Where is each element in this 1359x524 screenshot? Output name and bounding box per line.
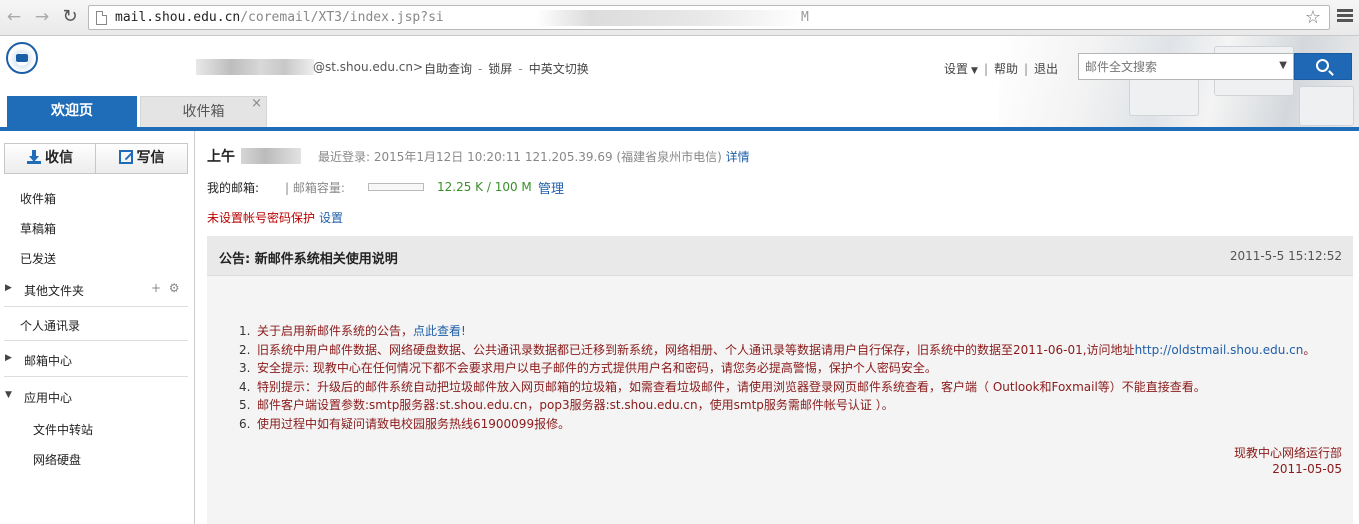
receive-button[interactable]: 收信 (5, 144, 96, 173)
account-links: 设置 ▼ | 帮助 | 退出 (944, 62, 1059, 76)
old-mail-link[interactable]: http://oldstmail.shou.edu.cn (1135, 343, 1304, 357)
my-mailbox-label: 我的邮箱: (207, 181, 260, 195)
list-item: 5. 邮件客户端设置参数:smtp服务器:st.shou.edu.cn，pop3服… (239, 398, 894, 412)
header-decoration (999, 36, 1359, 128)
notice-header: 公告: 新邮件系统相关使用说明 2011-5-5 15:12:52 (207, 236, 1353, 276)
list-item: 2. 旧系统中用户邮件数据、网络硬盘数据、公共通讯录数据都已迁移到新系统，网络相册… (239, 342, 1316, 357)
sidebar-item-sent[interactable]: 已发送 (20, 250, 56, 267)
browser-toolbar: ← → ↻ mail.shou.edu.cn/coremail/XT3/inde… (0, 0, 1359, 36)
quota-label: | 邮箱容量: (285, 181, 345, 195)
set-protection-link[interactable]: 设置 (319, 211, 343, 225)
notice-sign-date: 2011-05-05 (1272, 462, 1342, 476)
language-switch-link[interactable]: 中英文切换 (529, 62, 589, 76)
user-name-redacted (196, 59, 314, 75)
notice-signature: 现教中心网络运行部 (1233, 446, 1342, 460)
last-login-info: 最近登录: 2015年1月12日 10:20:11 121.205.39.69 … (318, 150, 722, 164)
sidebar: 收信 写信 收件箱 草稿箱 已发送 ▶ 其他文件夹 + ⚙ 个人通讯录 ▶ 邮箱… (0, 131, 195, 524)
divider (4, 306, 188, 307)
collapse-arrow-icon[interactable]: ▼ (5, 390, 12, 400)
sidebar-item-other-folders[interactable]: 其他文件夹 (24, 282, 84, 299)
view-notice-link[interactable]: 点此查看! (413, 324, 466, 338)
top-links: 自助查询 - 锁屏 - 中英文切换 (424, 62, 589, 76)
university-logo (6, 42, 38, 74)
user-email: @st.shou.edu.cn> (313, 60, 424, 74)
url-path: /coremail/XT3/index.jsp?si (240, 10, 444, 25)
user-name-redacted (241, 148, 301, 164)
gear-icon[interactable]: ⚙ (169, 281, 180, 295)
notice-list: 1. 关于启用新邮件系统的公告，点此查看! 2. 旧系统中用户邮件数据、网络硬盘数据… (239, 322, 1315, 433)
add-folder-icon[interactable]: + (151, 281, 161, 295)
edit-icon (118, 150, 133, 164)
page-icon (96, 11, 107, 25)
details-link[interactable]: 详情 (726, 150, 750, 164)
search-icon (1316, 59, 1329, 72)
search-field[interactable]: ▼ (1078, 53, 1294, 80)
divider (4, 340, 188, 341)
url-host: mail.shou.edu.cn (115, 10, 241, 25)
welcome-page: 上午 最近登录: 2015年1月12日 10:20:11 121.205.39.… (196, 131, 1359, 524)
close-icon[interactable]: × (251, 88, 262, 119)
sidebar-item-inbox[interactable]: 收件箱 (20, 190, 56, 207)
help-link[interactable]: 帮助 (994, 62, 1018, 76)
forward-icon[interactable]: → (32, 7, 52, 27)
manage-link[interactable]: 管理 (538, 178, 564, 197)
back-icon[interactable]: ← (4, 7, 24, 27)
tab-welcome[interactable]: 欢迎页 (7, 96, 137, 127)
notice-date: 2011-5-5 15:12:52 (1229, 249, 1342, 263)
greeting: 上午 (207, 149, 235, 165)
logout-link[interactable]: 退出 (1034, 62, 1058, 76)
search-button[interactable] (1294, 53, 1352, 80)
quota-value: 12.25 K / 100 M (437, 180, 532, 194)
list-item: 4. 特别提示：升级后的邮件系统自动把垃圾邮件放入网页邮箱的垃圾箱，如需查看垃圾邮… (239, 379, 1206, 394)
tab-inbox[interactable]: 收件箱 × (140, 96, 267, 127)
expand-arrow-icon[interactable]: ▶ (5, 283, 12, 293)
address-bar[interactable]: mail.shou.edu.cn/coremail/XT3/index.jsp?… (88, 5, 1330, 30)
settings-menu[interactable]: 设置 ▼ (944, 62, 978, 76)
url-tail: M (801, 10, 809, 25)
bookmark-star-icon[interactable]: ☆ (1305, 7, 1321, 28)
reload-icon[interactable]: ↻ (60, 7, 80, 27)
url-redacted (536, 10, 806, 26)
mail-header: @st.shou.edu.cn> 自助查询 - 锁屏 - 中英文切换 设置 ▼ | 帮助 | 退出… (0, 36, 1359, 128)
divider (4, 376, 188, 377)
list-item: 3. 安全提示: 现教中心在任何情况下都不会要求用户以电子邮件的方式提供用户名和密… (239, 361, 937, 375)
expand-arrow-icon[interactable]: ▶ (5, 353, 12, 363)
password-warning: 未设置帐号密码保护 (207, 211, 316, 225)
notice-title: 公告: 新邮件系统相关使用说明 (219, 252, 398, 267)
sidebar-item-mail-center[interactable]: 邮箱中心 (24, 352, 72, 369)
compose-buttons: 收信 写信 (4, 143, 188, 174)
search-input[interactable] (1079, 54, 1269, 79)
self-service-link[interactable]: 自助查询 (424, 62, 472, 76)
sidebar-item-drafts[interactable]: 草稿箱 (20, 220, 56, 237)
sidebar-item-net-disk[interactable]: 网络硬盘 (33, 451, 81, 468)
sidebar-item-contacts[interactable]: 个人通讯录 (20, 317, 80, 334)
notice-panel: 公告: 新邮件系统相关使用说明 2011-5-5 15:12:52 1. 关于启用… (207, 236, 1353, 524)
list-item: 1. 关于启用新邮件系统的公告，点此查看! (239, 324, 466, 338)
search-dropdown-icon[interactable]: ▼ (1279, 60, 1287, 71)
tab-inbox-label: 收件箱 (182, 104, 225, 120)
sidebar-item-app-center[interactable]: 应用中心 (24, 389, 72, 406)
download-icon (27, 150, 41, 164)
lock-screen-link[interactable]: 锁屏 (488, 62, 512, 76)
list-item: 6. 使用过程中如有疑问请致电校园服务热线61900099报修。 (239, 416, 571, 431)
menu-icon[interactable] (1337, 9, 1353, 24)
sidebar-item-file-transfer[interactable]: 文件中转站 (33, 421, 93, 438)
quota-bar (368, 183, 424, 191)
write-button[interactable]: 写信 (96, 144, 187, 173)
